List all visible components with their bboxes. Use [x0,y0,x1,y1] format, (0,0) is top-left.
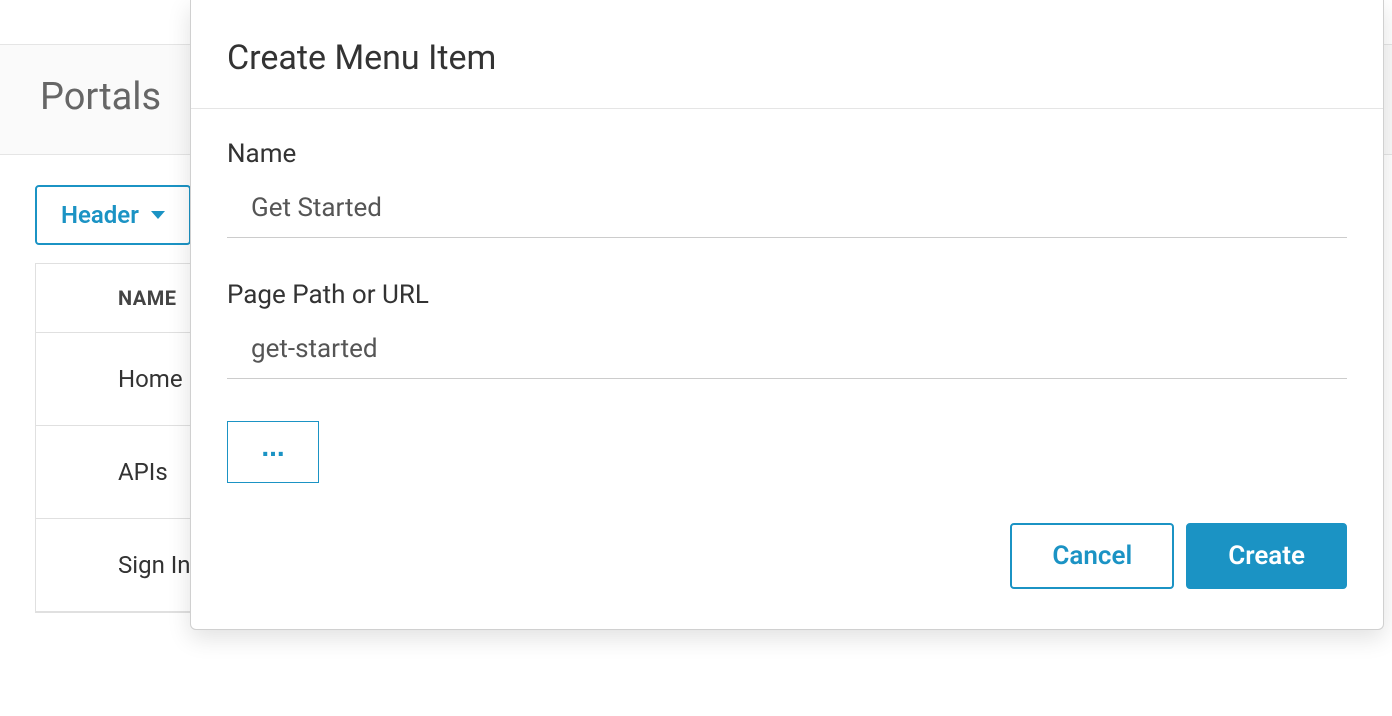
name-input[interactable] [227,185,1347,238]
ellipsis-icon: ... [261,433,284,461]
caret-down-icon [151,211,165,219]
path-input[interactable] [227,326,1347,379]
modal-title: Create Menu Item [227,38,1347,78]
create-menu-item-modal: Create Menu Item Name Page Path or URL .… [190,0,1384,630]
path-label: Page Path or URL [227,280,1347,310]
more-options-button[interactable]: ... [227,421,319,483]
modal-body: Name Page Path or URL ... [191,109,1383,503]
table-row[interactable]: APIs [36,426,214,519]
table-row[interactable]: Sign In [36,519,214,612]
row-label: Home [118,365,183,393]
header-dropdown-label: Header [61,201,139,229]
name-label: Name [227,139,1347,169]
name-field-group: Name [227,139,1347,238]
row-label: APIs [118,458,168,486]
header-dropdown[interactable]: Header [35,185,191,245]
modal-header: Create Menu Item [191,0,1383,109]
table-row[interactable]: Home [36,333,214,426]
path-field-group: Page Path or URL [227,280,1347,379]
row-label: Sign In [118,551,191,579]
cancel-button[interactable]: Cancel [1010,523,1174,589]
create-button[interactable]: Create [1186,523,1347,589]
menu-table: NAME Home APIs Sign In [35,263,215,613]
column-header-name: NAME [36,264,214,333]
modal-footer: Cancel Create [191,503,1383,629]
